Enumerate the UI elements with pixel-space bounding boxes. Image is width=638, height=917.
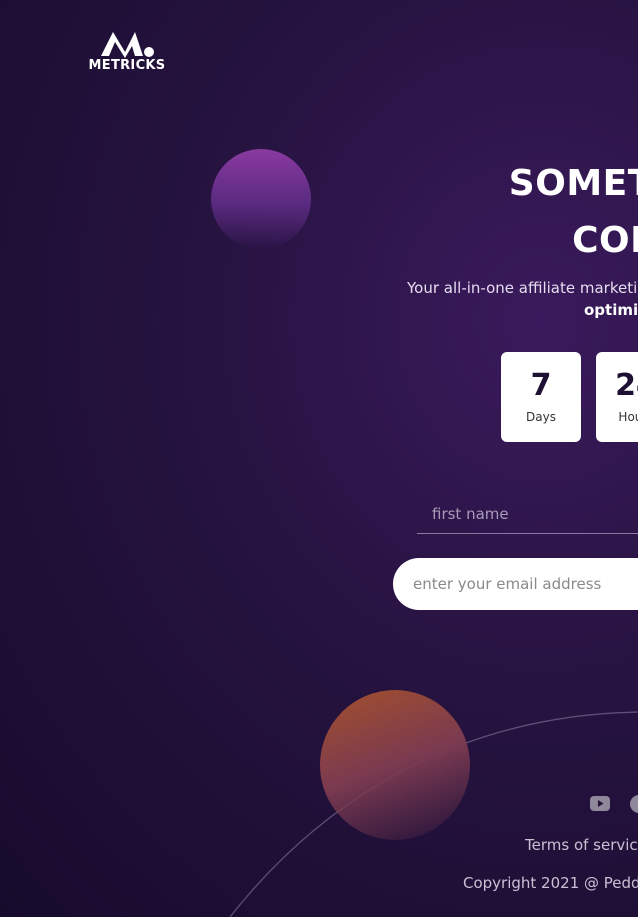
logo-text: METRICKS [88, 58, 166, 73]
subtitle: Your all-in-one affiliate marketing [407, 279, 638, 297]
countdown-days-value: 7 [530, 368, 552, 403]
countdown-hours-value: 24 [615, 368, 638, 403]
headline-line-1: SOMETHING [508, 163, 638, 204]
headline: SOMETHING COMING [378, 155, 638, 269]
logo-mark-icon [101, 32, 154, 58]
youtube-icon[interactable] [590, 796, 610, 811]
countdown-days-card: 7 Days [501, 352, 581, 442]
decorative-orb-purple [211, 149, 311, 249]
coming-soon-page: METRICKS SOMETHING COMING Your all-in-on… [0, 0, 638, 917]
terms-of-service-link[interactable]: Terms of service [525, 836, 638, 854]
metricks-logo[interactable]: METRICKS [87, 30, 167, 74]
countdown-hours-card: 24 Hours [596, 352, 638, 442]
headline-line-2: COMING [572, 220, 638, 261]
countdown-days-label: Days [526, 410, 556, 424]
copyright-text: Copyright 2021 @ Peddlr [463, 874, 638, 892]
decorative-arc [229, 711, 638, 917]
decorative-orb-orange [320, 690, 470, 840]
countdown-hours-label: Hours [618, 410, 638, 424]
email-input[interactable] [393, 558, 638, 610]
first-name-input[interactable] [417, 494, 638, 534]
subtitle-emphasis: optimization [584, 301, 638, 319]
